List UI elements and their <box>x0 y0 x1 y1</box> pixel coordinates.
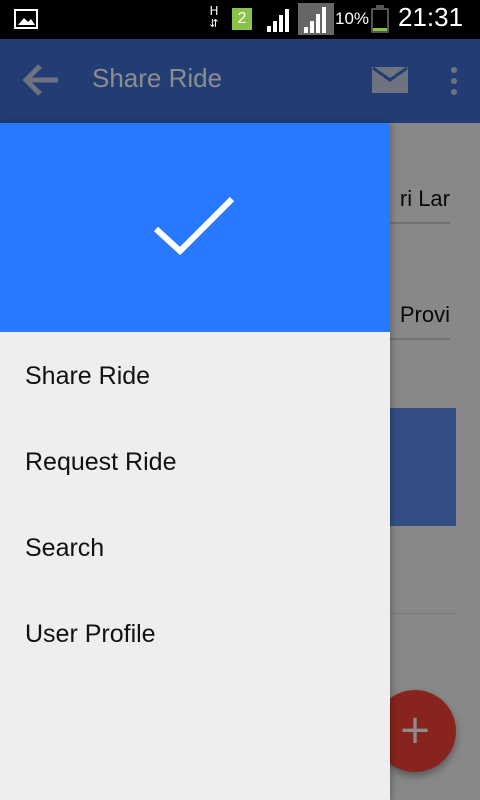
menu-item-label: Share Ride <box>25 362 151 390</box>
network-type-indicator: H ⇵ <box>209 4 219 30</box>
menu-item-label: User Profile <box>25 620 156 648</box>
sim-badge: 2 <box>232 8 252 30</box>
menu-item-label: Search <box>25 534 105 562</box>
signal-icon <box>267 9 289 32</box>
status-bar: H ⇵ 2 10% 21:31 <box>0 0 480 39</box>
menu-item-user-profile[interactable]: User Profile <box>0 590 390 676</box>
battery-icon <box>371 5 389 33</box>
clock: 21:31 <box>398 2 464 32</box>
drawer-menu: Share Ride Request Ride Search User Prof… <box>0 332 390 676</box>
menu-item-share-ride[interactable]: Share Ride <box>0 332 390 418</box>
menu-item-label: Request Ride <box>25 448 177 476</box>
navigation-drawer: Share Ride Request Ride Search User Prof… <box>0 123 390 800</box>
battery-percent: 10% <box>335 9 370 28</box>
menu-item-search[interactable]: Search <box>0 504 390 590</box>
menu-item-request-ride[interactable]: Request Ride <box>0 418 390 504</box>
check-icon <box>153 196 235 256</box>
drawer-header <box>0 123 390 332</box>
image-icon <box>14 9 38 29</box>
signal-icon-2 <box>298 3 334 35</box>
